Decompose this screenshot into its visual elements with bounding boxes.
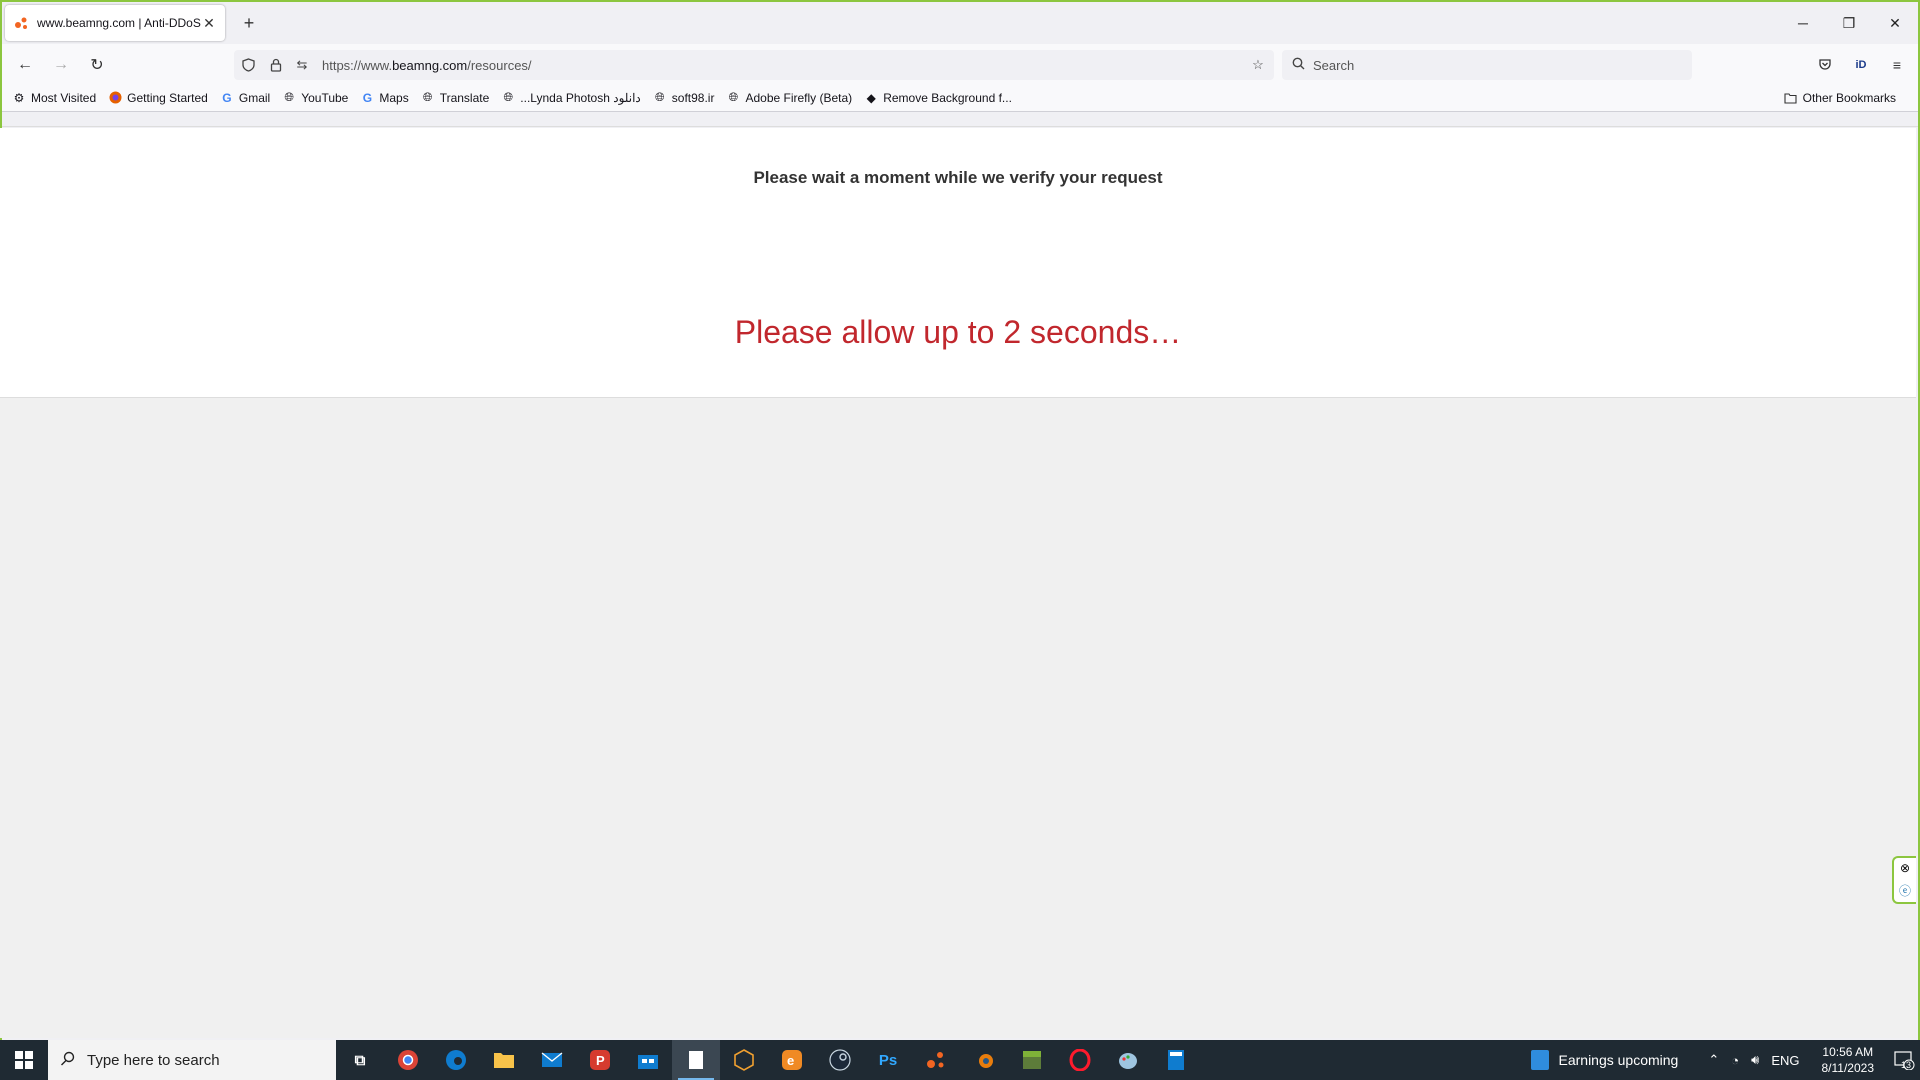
taskbar: Type here to search ⧉ P e Ps Earnings up…	[0, 1040, 1920, 1080]
bookmark-gmail[interactable]: G Gmail	[220, 91, 270, 105]
search-bar[interactable]: Search	[1282, 50, 1692, 80]
gear-icon: ⚙	[13, 90, 25, 105]
psiphon-icon[interactable]: P	[576, 1040, 624, 1080]
taskbar-search-input[interactable]: Type here to search	[48, 1040, 336, 1080]
back-icon[interactable]: ←	[12, 52, 38, 78]
bookmark-translate[interactable]: 🌐︎ Translate	[421, 90, 489, 105]
file-explorer-icon[interactable]	[480, 1040, 528, 1080]
allow-message: Please allow up to 2 seconds…	[734, 314, 1182, 350]
search-placeholder: Search	[1313, 57, 1355, 73]
task-view-icon[interactable]: ⧉	[336, 1040, 384, 1080]
volume-icon[interactable]: 🔊︎	[1751, 1052, 1759, 1068]
extension-id-icon[interactable]: iD	[1850, 54, 1872, 76]
bookmark-remove-background[interactable]: ◆ Remove Background f...	[864, 91, 1012, 105]
url-text[interactable]: https://www.beamng.com/resources/	[322, 58, 532, 73]
tab-beamng[interactable]: www.beamng.com | Anti-DDoS ✕	[5, 5, 225, 41]
tab-close-icon[interactable]: ✕	[201, 15, 217, 32]
autodesk-icon[interactable]	[720, 1040, 768, 1080]
bookmark-adobe-firefly[interactable]: 🌐︎ Adobe Firefly (Beta)	[726, 90, 853, 105]
notification-icon[interactable]: 13	[1884, 1040, 1920, 1080]
pocket-icon[interactable]	[1814, 54, 1836, 76]
opera-icon[interactable]	[1056, 1040, 1104, 1080]
widget-close-icon[interactable]: ⊗	[1900, 861, 1910, 875]
beamng-favicon-icon	[13, 15, 29, 31]
paint-icon[interactable]	[1104, 1040, 1152, 1080]
forward-icon[interactable]: →	[48, 52, 74, 78]
toolbar-divider	[2, 112, 1918, 127]
verification-panel: Please wait a moment while we verify you…	[0, 128, 1916, 398]
bookmarks-toolbar: ⚙ Most Visited Getting Started G Gmail 🌐︎ Y…	[2, 84, 1918, 112]
menu-icon[interactable]: ≡	[1886, 54, 1908, 76]
window-close-icon[interactable]: ✕	[1872, 2, 1918, 44]
app-orange-e-icon[interactable]: e	[768, 1040, 816, 1080]
svg-text:e: e	[787, 1053, 794, 1068]
bookmark-maps[interactable]: G Maps	[360, 90, 409, 105]
notification-count: 13	[1900, 1060, 1911, 1070]
network-icon[interactable]: ◔	[1731, 1053, 1739, 1068]
bookmark-most-visited[interactable]: ⚙ Most Visited	[12, 90, 97, 105]
wait-message: Please wait a moment while we verify you…	[753, 168, 1163, 187]
window-controls: ─ ❐ ✕	[1780, 2, 1918, 44]
globe-icon: 🌐︎	[422, 90, 433, 104]
bookmark-youtube[interactable]: 🌐︎ YouTube	[282, 90, 348, 105]
search-icon	[1292, 57, 1305, 73]
chevron-up-icon[interactable]: ⌃	[1708, 1052, 1719, 1068]
widget-e-icon[interactable]: ⓔ	[1899, 882, 1911, 899]
tab-strip: www.beamng.com | Anti-DDoS ✕ + ─ ❐ ✕	[2, 2, 1918, 44]
url-bar[interactable]: ⇆ https://www.beamng.com/resources/ ☆	[234, 50, 1274, 80]
new-tab-button[interactable]: +	[238, 12, 260, 34]
globe-icon: 🌐︎	[284, 90, 294, 104]
time-text: 10:56 AM	[1822, 1045, 1874, 1059]
lock-icon[interactable]	[268, 57, 284, 73]
chrome-icon[interactable]	[384, 1040, 432, 1080]
bookmark-lynda[interactable]: 🌐︎ ...Lynda Photosh دانلود	[501, 90, 640, 105]
windows-start-icon[interactable]	[0, 1040, 48, 1080]
bookmark-star-icon[interactable]: ☆	[1250, 57, 1266, 73]
svg-text:P: P	[596, 1053, 605, 1068]
store-icon[interactable]	[624, 1040, 672, 1080]
notepad-icon[interactable]	[672, 1040, 720, 1080]
edge-icon[interactable]	[432, 1040, 480, 1080]
earnings-widget[interactable]: Earnings upcoming	[1530, 1050, 1678, 1070]
permissions-icon[interactable]: ⇆	[294, 57, 310, 73]
bookmark-soft98[interactable]: 🌐︎ soft98.ir	[653, 90, 715, 105]
firefox-icon	[108, 91, 122, 105]
minimize-icon[interactable]: ─	[1780, 2, 1826, 44]
calculator-icon[interactable]	[1152, 1040, 1200, 1080]
side-widget[interactable]: ⊗ ⓔ	[1892, 856, 1916, 904]
date-text: 8/11/2023	[1821, 1061, 1875, 1075]
google-icon: G	[222, 90, 232, 105]
bookmark-other[interactable]: Other Bookmarks	[1784, 91, 1896, 105]
search-icon	[60, 1051, 75, 1070]
folder-icon	[1784, 91, 1798, 105]
document-icon	[1530, 1050, 1549, 1070]
beamng-icon[interactable]	[912, 1040, 960, 1080]
reload-icon[interactable]: ↻	[84, 52, 110, 78]
restore-icon[interactable]: ❐	[1826, 2, 1872, 44]
bookmark-getting-started[interactable]: Getting Started	[108, 91, 208, 105]
language-indicator[interactable]: ENG	[1771, 1053, 1799, 1068]
google-icon: G	[362, 90, 373, 105]
steam-icon[interactable]	[816, 1040, 864, 1080]
navigation-bar: ← → ↻ ⇆ https://www.beamng.com/resources…	[2, 44, 1918, 84]
globe-icon: 🌐︎	[654, 90, 665, 104]
photoshop-icon[interactable]: Ps	[864, 1040, 912, 1080]
layers-icon: ◆	[866, 90, 876, 105]
clock[interactable]: 10:56 AM 8/11/2023	[1822, 1044, 1875, 1076]
mail-icon[interactable]	[528, 1040, 576, 1080]
globe-icon: 🌐︎	[503, 90, 514, 104]
tab-title: www.beamng.com | Anti-DDoS	[37, 16, 201, 30]
globe-icon: 🌐︎	[728, 90, 739, 104]
blender-icon[interactable]	[960, 1040, 1008, 1080]
page-content: Please wait a moment while we verify you…	[0, 128, 1916, 1038]
shield-icon[interactable]	[240, 57, 256, 73]
system-tray: Earnings upcoming ⌃ ◔ 🔊︎ ENG 10:56 AM 8/…	[1530, 1040, 1920, 1080]
minecraft-icon[interactable]	[1008, 1040, 1056, 1080]
